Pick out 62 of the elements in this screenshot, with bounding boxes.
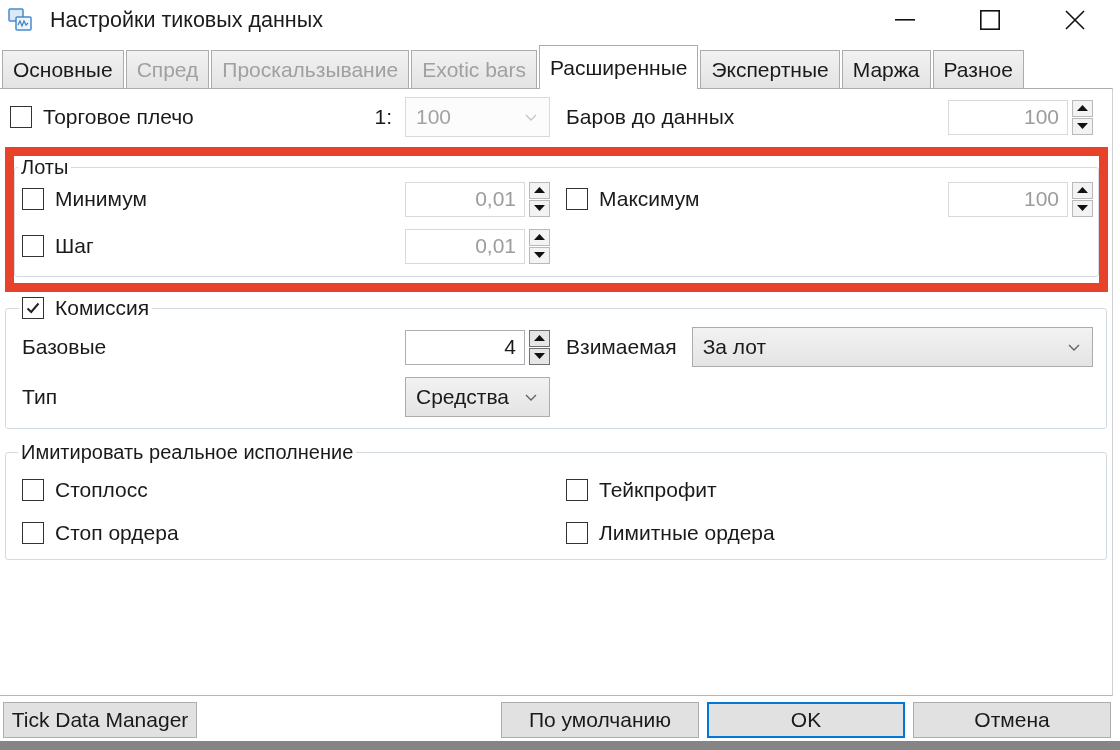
spin-up-button[interactable]: [1072, 181, 1093, 199]
spin-up-button[interactable]: [529, 181, 550, 199]
dropdown[interactable]: Средства: [405, 377, 550, 417]
spin-down-button[interactable]: [529, 347, 550, 365]
triangle-down-icon: [1077, 205, 1088, 211]
checkbox[interactable]: [22, 522, 44, 544]
window-title: Настройки тиковых данных: [50, 7, 324, 33]
checkbox-label: Торговое плечо: [43, 105, 194, 129]
tab[interactable]: Экспертные: [700, 50, 840, 88]
chevron-down-icon: [525, 113, 537, 121]
checkbox-label: Стоп ордера: [55, 521, 179, 545]
spin-down-button[interactable]: [529, 199, 550, 217]
triangle-up-icon: [1077, 187, 1088, 193]
spin-up-button[interactable]: [529, 329, 550, 347]
dialog-button[interactable]: По умолчанию: [501, 702, 699, 738]
checkbox-label: Комиссия: [55, 296, 150, 320]
spin-down-button[interactable]: [1072, 199, 1093, 217]
field-label: Тип: [22, 385, 57, 409]
checkbox[interactable]: [22, 479, 44, 501]
triangle-down-icon: [1077, 123, 1088, 129]
triangle-up-icon: [1077, 105, 1088, 111]
checkbox-label: Лимитные ордера: [599, 521, 775, 545]
maximize-icon: [979, 10, 1000, 30]
dialog-button[interactable]: Tick Data Manager: [3, 702, 197, 738]
spin-down-button[interactable]: [1072, 117, 1093, 135]
checkbox[interactable]: [566, 522, 588, 544]
checkbox-label: Тейкпрофит: [599, 478, 717, 502]
field-label: Базовые: [22, 335, 107, 359]
tab[interactable]: Разное: [932, 50, 1024, 88]
number-field[interactable]: 4: [405, 329, 525, 365]
checkbox-label: Максимум: [599, 187, 700, 211]
checkbox[interactable]: [566, 479, 588, 501]
tab[interactable]: Маржа: [841, 50, 931, 88]
dropdown[interactable]: За лот: [691, 327, 1093, 367]
tab[interactable]: Основные: [2, 50, 124, 88]
checkbox-label: Шаг: [55, 234, 94, 258]
group-title: Лоты: [21, 156, 69, 179]
checkbox-label: Стоплосс: [55, 478, 148, 502]
triangle-up-icon: [534, 187, 545, 193]
triangle-down-icon: [534, 353, 545, 359]
windows-wave-icon: [8, 8, 32, 32]
checkbox[interactable]: [22, 297, 44, 319]
triangle-down-icon: [534, 205, 545, 211]
checkbox-label: Минимум: [55, 187, 147, 211]
spin-up-button[interactable]: [1072, 99, 1093, 117]
minimize-icon: [894, 19, 915, 21]
spin-up-button[interactable]: [529, 228, 550, 246]
ratio-label: 1:: [374, 105, 392, 129]
triangle-up-icon: [534, 335, 545, 341]
dialog-button[interactable]: Отмена: [913, 702, 1111, 738]
chevron-down-icon: [525, 393, 537, 401]
field-label: Баров до данных: [566, 105, 735, 129]
tab[interactable]: Расширенные: [539, 45, 699, 89]
dialog-button[interactable]: OK: [707, 702, 905, 738]
chevron-down-icon: [1068, 343, 1080, 351]
spin-down-button[interactable]: [529, 246, 550, 264]
checkmark-icon: [26, 302, 40, 314]
close-icon: [1064, 10, 1085, 30]
group-title: Имитировать реальное исполнение: [21, 441, 354, 464]
field-label: Взимаемая: [566, 335, 677, 359]
triangle-down-icon: [534, 252, 545, 258]
triangle-up-icon: [534, 234, 545, 240]
